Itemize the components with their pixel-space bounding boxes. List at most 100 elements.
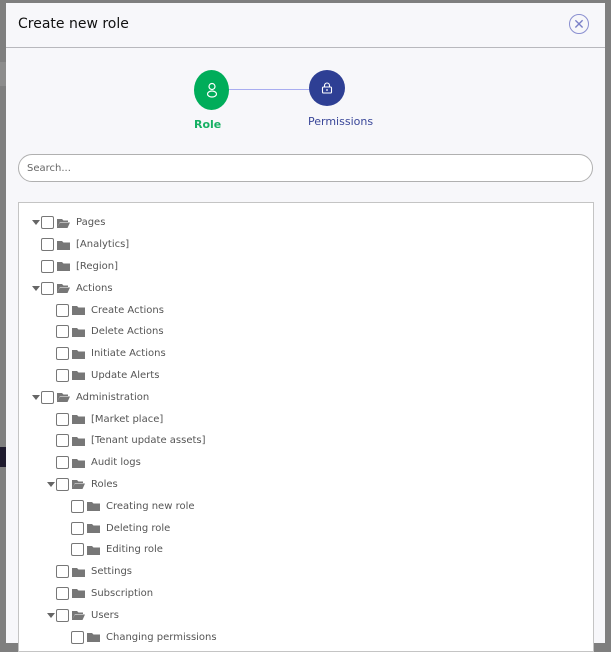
tree-node[interactable]: Delete Actions [19, 321, 593, 343]
lock-icon [321, 82, 333, 94]
folder-icon [87, 502, 100, 512]
caret-down-icon[interactable] [32, 285, 40, 291]
folder-icon [72, 371, 85, 381]
tree-node[interactable]: Settings [19, 561, 593, 583]
tree-node[interactable]: Creating new role [19, 495, 593, 517]
node-label: [Market place] [91, 413, 164, 425]
folder-icon [72, 436, 85, 446]
folder-icon [57, 240, 70, 250]
step-role-label: Role [194, 118, 222, 131]
node-checkbox[interactable] [71, 543, 84, 557]
tree-node[interactable]: [Market place] [19, 408, 593, 430]
step-role[interactable] [194, 70, 229, 110]
node-checkbox[interactable] [41, 281, 54, 295]
node-label: Settings [91, 566, 133, 578]
folder-icon [72, 306, 85, 316]
folder-icon [87, 524, 100, 534]
folder-icon [72, 589, 85, 599]
folder-icon [72, 349, 85, 359]
folder-icon [72, 567, 85, 577]
user-icon [206, 82, 217, 98]
node-checkbox[interactable] [56, 412, 69, 426]
node-label: [Analytics] [76, 239, 130, 251]
tree-node[interactable]: [Region] [19, 256, 593, 278]
dialog-title: Create new role [18, 16, 129, 32]
caret-down-icon[interactable] [47, 612, 55, 618]
node-label: Initiate Actions [91, 348, 166, 360]
folder-icon [57, 262, 70, 272]
permissions-tree: Pages [Analytics] [Region] Actions Create Ac… [18, 202, 594, 652]
folder-icon [87, 545, 100, 555]
node-label: [Region] [76, 260, 119, 272]
step-permissions-label: Permissions [308, 115, 374, 128]
create-role-dialog: Create new role ✕ Role Permissions Pages… [6, 3, 605, 652]
tree-node[interactable]: [Analytics] [19, 234, 593, 256]
folder-icon [87, 633, 100, 643]
node-checkbox[interactable] [56, 303, 69, 317]
tree-node[interactable]: Audit logs [19, 452, 593, 474]
tree-node[interactable]: Roles [19, 474, 593, 496]
node-label: Delete Actions [91, 326, 164, 338]
node-checkbox[interactable] [71, 499, 84, 513]
tree-node[interactable]: Deleting role [19, 517, 593, 539]
node-checkbox[interactable] [56, 608, 69, 622]
caret-down-icon[interactable] [32, 220, 40, 226]
tree-node[interactable]: Users [19, 604, 593, 626]
folder-open-icon [72, 480, 85, 490]
folder-icon [72, 327, 85, 337]
node-checkbox[interactable] [56, 347, 69, 361]
search-input[interactable] [18, 154, 593, 182]
step-connector [228, 89, 310, 90]
node-checkbox[interactable] [41, 259, 54, 273]
tree-node[interactable]: Changing permissions [19, 626, 593, 648]
node-label: Users [91, 609, 120, 621]
dialog-header: Create new role ✕ [6, 3, 605, 48]
node-label: Actions [76, 282, 113, 294]
node-checkbox[interactable] [41, 238, 54, 252]
tree-node[interactable]: Actions [19, 277, 593, 299]
node-checkbox[interactable] [56, 434, 69, 448]
node-label: Create Actions [91, 304, 164, 316]
node-label: Subscription [91, 587, 154, 599]
node-checkbox[interactable] [71, 521, 84, 535]
folder-open-icon [57, 284, 70, 294]
node-label: [Tenant update assets] [91, 435, 206, 447]
caret-down-icon[interactable] [32, 394, 40, 400]
node-label: Update Alerts [91, 369, 160, 381]
folder-icon [72, 415, 85, 425]
node-label: Creating new role [106, 500, 195, 512]
node-label: Pages [76, 217, 106, 229]
stepper: Role Permissions [6, 48, 605, 148]
node-checkbox[interactable] [41, 216, 54, 230]
node-checkbox[interactable] [56, 565, 69, 579]
node-label: Audit logs [91, 457, 141, 469]
node-checkbox[interactable] [56, 368, 69, 382]
folder-open-icon [72, 611, 85, 621]
caret-down-icon[interactable] [47, 481, 55, 487]
node-checkbox[interactable] [56, 477, 69, 491]
node-label: Changing permissions [106, 631, 217, 643]
folder-icon [72, 458, 85, 468]
folder-open-icon [57, 218, 70, 228]
step-permissions[interactable] [309, 70, 345, 106]
tree-node[interactable]: Initiate Actions [19, 343, 593, 365]
folder-open-icon [57, 393, 70, 403]
tree-node[interactable]: Administration [19, 386, 593, 408]
tree-node[interactable]: Pages [19, 212, 593, 234]
node-checkbox[interactable] [56, 325, 69, 339]
close-icon: ✕ [573, 17, 585, 33]
node-label: Administration [76, 391, 150, 403]
node-checkbox[interactable] [41, 390, 54, 404]
node-label: Deleting role [106, 522, 171, 534]
close-button[interactable]: ✕ [569, 14, 589, 34]
node-checkbox[interactable] [56, 586, 69, 600]
tree-node[interactable]: Update Alerts [19, 365, 593, 387]
tree-node[interactable]: [Tenant update assets] [19, 430, 593, 452]
tree-node[interactable]: Editing role [19, 539, 593, 561]
node-label: Roles [91, 478, 118, 490]
tree-node[interactable]: Create Actions [19, 299, 593, 321]
tree-node[interactable]: Subscription [19, 583, 593, 605]
node-checkbox[interactable] [71, 630, 84, 644]
node-checkbox[interactable] [56, 456, 69, 470]
node-label: Editing role [106, 544, 163, 556]
